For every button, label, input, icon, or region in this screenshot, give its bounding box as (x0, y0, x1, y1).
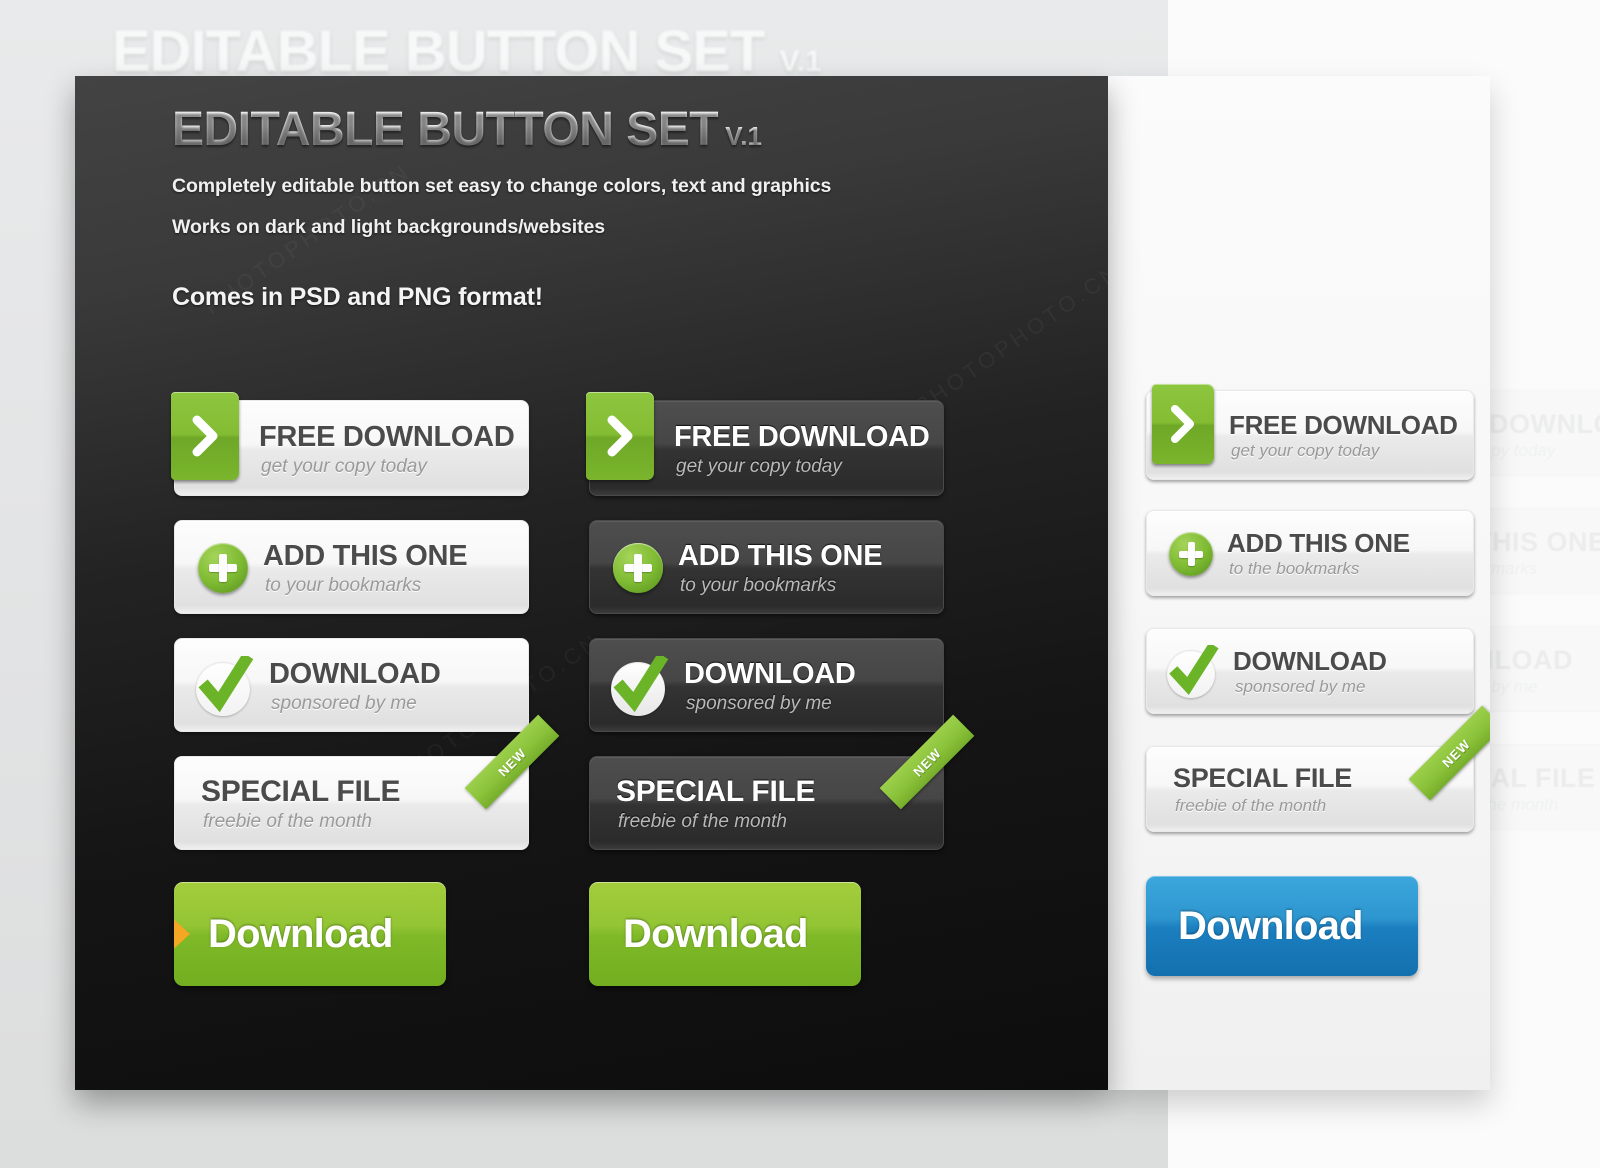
button-surface: DOWNLOAD sponsored by me (174, 638, 529, 732)
button-title: FREE DOWNLOAD (674, 421, 930, 453)
button-download-solid-blue[interactable]: Download (1146, 876, 1418, 976)
format-note: Comes in PSD and PNG format! (172, 283, 543, 311)
ghost-title: EDITABLE BUTTON SET V.1 (112, 18, 822, 85)
button-title: DOWNLOAD (1233, 646, 1387, 676)
button-subtitle: sponsored by me (271, 693, 417, 714)
check-circle-icon (611, 656, 669, 716)
button-title: SPECIAL FILE (1173, 763, 1352, 793)
plus-circle-icon (1169, 532, 1213, 576)
check-circle-icon (1167, 645, 1219, 699)
light-background-panel: FREE DOWNLOAD get your copy today ADD TH… (1108, 76, 1490, 1090)
button-subtitle: sponsored by me (1235, 677, 1366, 696)
plus-circle-icon (198, 543, 248, 593)
button-surface: ADD THIS ONE to the bookmarks (1146, 510, 1474, 596)
button-title: DOWNLOAD (684, 658, 856, 690)
button-label: Download (623, 911, 809, 956)
button-title: SPECIAL FILE (616, 775, 816, 808)
tagline-1: Completely editable button set easy to c… (172, 175, 832, 197)
plus-circle-icon (613, 543, 663, 593)
button-special-file-light-panel[interactable]: SPECIAL FILE freebie of the month NEW (1146, 705, 1490, 832)
button-subtitle: freebie of the month (203, 811, 372, 832)
play-arrow-icon (174, 914, 190, 954)
panel-header: EDITABLE BUTTON SET V.1 Completely edita… (172, 102, 831, 312)
button-surface: ADD THIS ONE to your bookmarks (174, 520, 529, 614)
button-title: SPECIAL FILE (201, 775, 401, 808)
button-surface: ADD THIS ONE to your bookmarks (589, 520, 944, 614)
page-title-text: EDITABLE BUTTON SET (172, 103, 719, 156)
button-surface: SPECIAL FILE freebie of the month (174, 756, 529, 850)
chevron-right-icon (171, 392, 239, 480)
button-label: Download (208, 911, 394, 956)
button-add-this-one-dark[interactable]: ADD THIS ONE to your bookmarks (589, 520, 944, 614)
button-download-sponsored-light[interactable]: DOWNLOAD sponsored by me (174, 638, 529, 732)
button-free-download-light[interactable]: FREE DOWNLOAD get your copy today (171, 392, 529, 496)
watermark: PHOTOPHOTO.CN (910, 258, 1108, 420)
chevron-right-icon (586, 392, 654, 480)
button-download-solid-green-arrow[interactable]: Download (174, 882, 446, 986)
button-subtitle: freebie of the month (1175, 796, 1327, 815)
button-title: FREE DOWNLOAD (259, 421, 515, 453)
button-subtitle: get your copy today (1231, 441, 1380, 460)
screenshot-canvas: EDITABLE BUTTON SET V.1 FREE DOWNLOAD ge… (0, 0, 1600, 1168)
button-subtitle: freebie of the month (618, 811, 787, 832)
button-download-sponsored-dark[interactable]: DOWNLOAD sponsored by me (589, 638, 944, 732)
ghost-title-text: EDITABLE BUTTON SET (112, 19, 765, 84)
button-special-file-dark[interactable]: SPECIAL FILE freebie of the month NEW (589, 714, 975, 850)
button-surface: DOWNLOAD sponsored by me (589, 638, 944, 732)
button-free-download-dark[interactable]: FREE DOWNLOAD get your copy today (586, 392, 944, 496)
button-subtitle: to your bookmarks (680, 575, 837, 596)
button-title: DOWNLOAD (269, 658, 441, 690)
button-download-solid-green[interactable]: Download (589, 882, 861, 986)
button-surface: DOWNLOAD sponsored by me (1146, 628, 1474, 714)
tagline-2: Works on dark and light backgrounds/webs… (172, 216, 605, 238)
button-title: ADD THIS ONE (678, 540, 883, 572)
dark-showcase-panel: PHOTOPHOTO.CN PHOTOPHOTO.CN PHOTOPHOTO.C… (75, 76, 1108, 1090)
check-circle-icon (196, 656, 254, 716)
page-title: EDITABLE BUTTON SET V.1 (172, 102, 831, 157)
button-subtitle: get your copy today (676, 456, 842, 477)
button-free-download-light-panel[interactable]: FREE DOWNLOAD get your copy today (1146, 384, 1474, 480)
button-title: FREE DOWNLOAD (1229, 410, 1458, 440)
chevron-right-icon (1152, 384, 1214, 464)
button-label: Download (1178, 903, 1364, 948)
page-title-version: V.1 (718, 121, 762, 151)
button-surface: SPECIAL FILE freebie of the month (589, 756, 944, 850)
button-add-this-one-light[interactable]: ADD THIS ONE to your bookmarks (174, 520, 529, 614)
button-subtitle: get your copy today (261, 456, 427, 477)
button-title: ADD THIS ONE (263, 540, 468, 572)
button-subtitle: sponsored by me (686, 693, 832, 714)
button-subtitle: to your bookmarks (265, 575, 422, 596)
ghost-title-version: V.1 (779, 45, 822, 78)
button-subtitle: to the bookmarks (1229, 559, 1360, 578)
button-add-this-one-light-panel[interactable]: ADD THIS ONE to the bookmarks (1146, 510, 1474, 596)
button-title: ADD THIS ONE (1227, 528, 1410, 558)
button-special-file-light[interactable]: SPECIAL FILE freebie of the month NEW (174, 714, 560, 850)
button-download-sponsored-light-panel[interactable]: DOWNLOAD sponsored by me (1146, 628, 1474, 714)
